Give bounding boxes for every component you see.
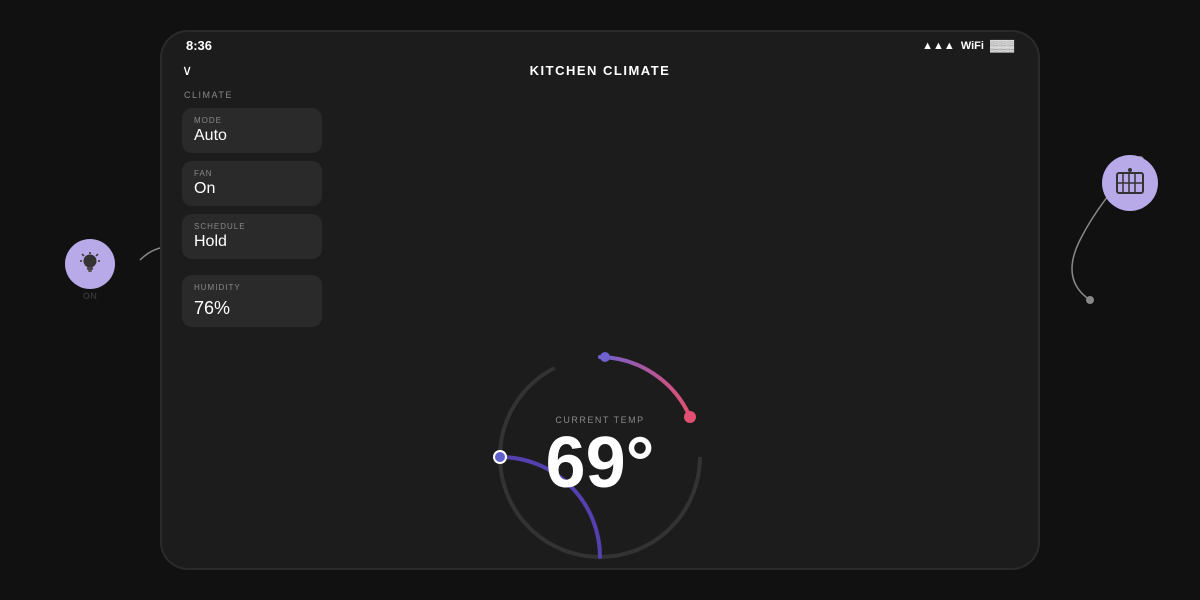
radiator-node-circle bbox=[1102, 155, 1158, 211]
fan-control[interactable]: FAN On bbox=[182, 161, 322, 206]
light-node-circle bbox=[65, 239, 115, 289]
scene-container: ON 8:36 ▲▲▲ WiFi ▓▓▓ bbox=[0, 0, 1200, 600]
tablet-frame: 8:36 ▲▲▲ WiFi ▓▓▓ ∨ KITCHEN CLIMATE CLIM… bbox=[160, 30, 1040, 570]
signal-icon: ▲▲▲ bbox=[922, 40, 955, 52]
light-node-label: ON bbox=[83, 291, 98, 301]
climate-section-label: CLIMATE bbox=[182, 90, 322, 100]
climate-panel: CLIMATE MODE Auto FAN On SCHEDULE Hold H… bbox=[182, 90, 322, 327]
schedule-control[interactable]: SCHEDULE Hold bbox=[182, 214, 322, 259]
thermostat-dial[interactable]: CURRENT TEMP 69° bbox=[480, 337, 720, 570]
bulb-icon bbox=[76, 250, 104, 278]
body-row: CLIMATE MODE Auto FAN On SCHEDULE Hold H… bbox=[162, 90, 1038, 570]
time-display: 8:36 bbox=[186, 38, 212, 53]
mode-label: MODE bbox=[194, 116, 310, 125]
humidity-display: HUMIDITY 76% bbox=[182, 275, 322, 327]
wifi-icon: WiFi bbox=[961, 40, 984, 52]
left-floating-node[interactable]: ON bbox=[65, 239, 115, 301]
humidity-label: HUMIDITY bbox=[194, 283, 310, 292]
right-floating-node[interactable] bbox=[1102, 155, 1158, 211]
humidity-value: 76% bbox=[194, 298, 310, 319]
radiator-icon bbox=[1114, 167, 1146, 199]
schedule-value: Hold bbox=[194, 233, 310, 251]
fan-label: FAN bbox=[194, 169, 310, 178]
page-header: ∨ KITCHEN CLIMATE bbox=[162, 57, 1038, 90]
battery-icon: ▓▓▓ bbox=[990, 40, 1014, 52]
mode-value: Auto bbox=[194, 127, 310, 145]
center-panel: CURRENT TEMP 69° SET HEAT POINT — 65° + bbox=[182, 337, 1018, 570]
page-title: KITCHEN CLIMATE bbox=[530, 63, 671, 78]
current-temp-value: 69° bbox=[546, 423, 655, 503]
fan-value: On bbox=[194, 180, 310, 198]
status-icons: ▲▲▲ WiFi ▓▓▓ bbox=[922, 40, 1014, 52]
temperature-display: CURRENT TEMP 69° bbox=[546, 415, 655, 499]
status-bar: 8:36 ▲▲▲ WiFi ▓▓▓ bbox=[162, 32, 1038, 57]
mode-control[interactable]: MODE Auto bbox=[182, 108, 322, 153]
schedule-label: SCHEDULE bbox=[194, 222, 310, 231]
chevron-down-icon[interactable]: ∨ bbox=[182, 62, 192, 79]
